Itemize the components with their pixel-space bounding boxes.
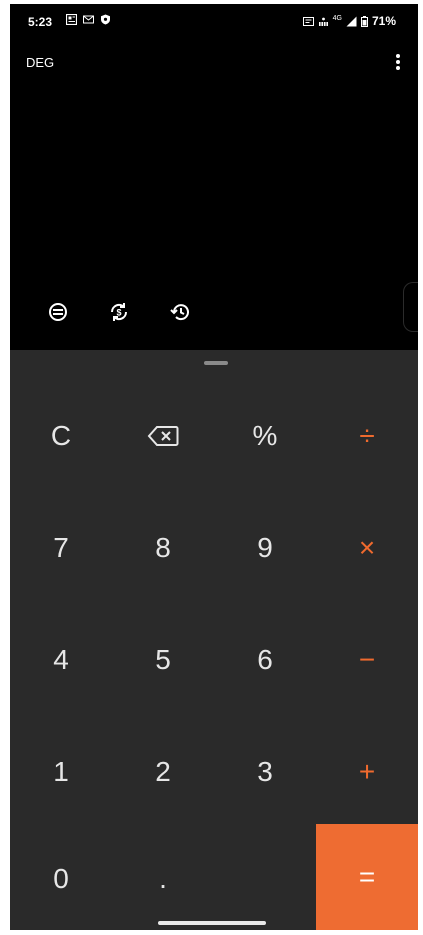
keypad-drag-handle[interactable] bbox=[204, 361, 228, 365]
key-6[interactable]: 6 bbox=[214, 604, 316, 716]
backspace-button[interactable] bbox=[112, 380, 214, 492]
more-vert-icon[interactable] bbox=[394, 52, 402, 72]
key-0[interactable]: 0 bbox=[10, 828, 112, 930]
key-2[interactable]: 2 bbox=[112, 716, 214, 828]
angle-mode-toggle[interactable]: DEG bbox=[26, 55, 54, 70]
equals-button[interactable]: = bbox=[316, 824, 418, 930]
minus-button[interactable]: − bbox=[316, 604, 418, 716]
shield-icon bbox=[101, 14, 110, 25]
plus-button[interactable]: + bbox=[316, 716, 418, 828]
history-button[interactable] bbox=[168, 300, 192, 324]
clear-button[interactable]: C bbox=[10, 380, 112, 492]
status-right-icons: 4G 71% bbox=[302, 14, 396, 28]
battery-percent: 71% bbox=[371, 14, 396, 28]
percent-button[interactable]: % bbox=[214, 380, 316, 492]
status-bar: 5:23 4G 71% bbox=[10, 4, 418, 38]
svg-text:$: $ bbox=[116, 308, 121, 318]
key-9[interactable]: 9 bbox=[214, 492, 316, 604]
battery-icon bbox=[360, 15, 368, 27]
currency-convert-button[interactable]: $ bbox=[107, 300, 131, 324]
home-indicator[interactable] bbox=[158, 921, 266, 925]
currency-convert-icon: $ bbox=[110, 303, 128, 321]
status-left-icons bbox=[66, 14, 111, 25]
cast-icon bbox=[302, 16, 314, 26]
key-4[interactable]: 4 bbox=[10, 604, 112, 716]
status-time: 5:23 bbox=[28, 15, 53, 29]
key-1[interactable]: 1 bbox=[10, 716, 112, 828]
multiply-button[interactable]: × bbox=[316, 492, 418, 604]
mail-icon bbox=[83, 15, 94, 24]
key-8[interactable]: 8 bbox=[112, 492, 214, 604]
key-3[interactable]: 3 bbox=[214, 716, 316, 828]
news-icon bbox=[66, 14, 77, 25]
mode-toolbar: $ bbox=[46, 300, 192, 324]
backspace-icon bbox=[147, 426, 179, 446]
signal-icon bbox=[346, 16, 357, 26]
calculator-screen: 5:23 4G 71% DEG $ C % ÷ 7 8 9 × 4 5 6 − … bbox=[10, 4, 418, 930]
scientific-mode-button[interactable] bbox=[46, 300, 70, 324]
key-7[interactable]: 7 bbox=[10, 492, 112, 604]
divide-button[interactable]: ÷ bbox=[316, 380, 418, 492]
key-5[interactable]: 5 bbox=[112, 604, 214, 716]
scientific-mode-icon bbox=[49, 303, 67, 321]
hotspot-icon bbox=[318, 17, 328, 26]
history-icon bbox=[170, 304, 189, 321]
network-type-label: 4G bbox=[332, 15, 342, 22]
keypad: C % ÷ 7 8 9 × 4 5 6 − 1 2 3 + 0 . = bbox=[10, 350, 418, 930]
side-panel-handle[interactable] bbox=[403, 282, 418, 332]
decimal-button[interactable]: . bbox=[112, 828, 214, 930]
